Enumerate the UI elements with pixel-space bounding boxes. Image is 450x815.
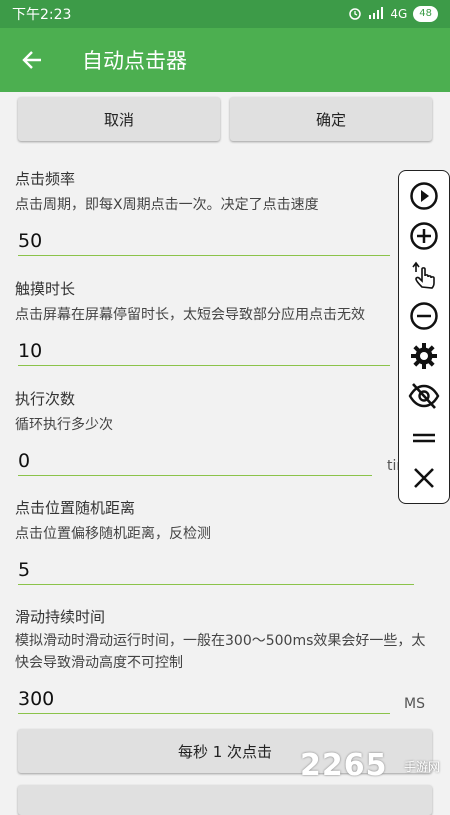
swipe-duration-label: 滑动持续时间 — [15, 608, 106, 626]
touch-swipe-icon[interactable] — [407, 257, 441, 291]
settings-icon[interactable] — [407, 339, 441, 373]
watermark-sub: 手游网 — [404, 760, 441, 774]
battery-icon: 48 — [413, 6, 438, 22]
random-distance-input[interactable]: 5 — [18, 553, 414, 585]
network-type: 4G — [390, 7, 408, 21]
random-distance-desc: 点击位置偏移随机距离，反检测 — [15, 526, 211, 542]
touch-duration-input[interactable]: 10 — [18, 334, 390, 366]
touch-duration-desc: 点击屏幕在屏幕停留时长，太短会导致部分应用点击无效 — [15, 307, 365, 323]
app-bar: 自动点击器 — [0, 28, 450, 92]
status-time: 下午2:23 — [12, 7, 72, 23]
touch-duration-label: 触摸时长 — [15, 280, 76, 298]
drag-handle-icon[interactable] — [407, 421, 441, 455]
watermark-logo: 2265 — [300, 748, 388, 783]
signal-icon — [368, 6, 384, 22]
swipe-duration-unit: MS — [404, 696, 425, 712]
exec-count-label: 执行次数 — [15, 390, 76, 408]
swipe-duration-desc: 模拟滑动时滑动运行时间，一般在300～500ms效果会好一些，太快会导致滑动高度… — [15, 633, 426, 671]
random-distance-label: 点击位置随机距离 — [15, 499, 136, 517]
exec-count-value: 0 — [18, 450, 31, 472]
rate-option-button[interactable] — [18, 785, 432, 815]
page-title: 自动点击器 — [82, 49, 187, 73]
add-icon[interactable] — [407, 219, 441, 253]
exec-count-desc: 循环执行多少次 — [15, 417, 113, 433]
exec-count-input[interactable]: 0 — [18, 444, 372, 476]
click-rate-label: 点击频率 — [15, 170, 76, 188]
eye-off-icon[interactable] — [407, 379, 441, 413]
close-icon[interactable] — [407, 461, 441, 495]
status-icons: 4G 48 — [348, 6, 438, 23]
swipe-duration-value: 300 — [18, 688, 55, 710]
random-distance-value: 5 — [18, 559, 31, 581]
click-rate-desc: 点击周期，即每X周期点击一次。决定了点击速度 — [15, 197, 319, 213]
confirm-button[interactable]: 确定 — [230, 97, 432, 141]
back-button[interactable] — [0, 28, 64, 92]
floating-toolbar — [398, 170, 450, 504]
play-icon[interactable] — [407, 179, 441, 213]
arrow-back-icon — [22, 51, 41, 69]
touch-duration-value: 10 — [18, 340, 43, 362]
remove-icon[interactable] — [407, 299, 441, 333]
alarm-icon — [348, 6, 362, 23]
status-bar: 下午2:23 4G 48 — [0, 0, 450, 28]
click-rate-value: 50 — [18, 230, 43, 252]
swipe-duration-input[interactable]: 300 — [18, 682, 390, 714]
cancel-button[interactable]: 取消 — [18, 97, 220, 141]
click-rate-input[interactable]: 50 — [18, 224, 390, 256]
